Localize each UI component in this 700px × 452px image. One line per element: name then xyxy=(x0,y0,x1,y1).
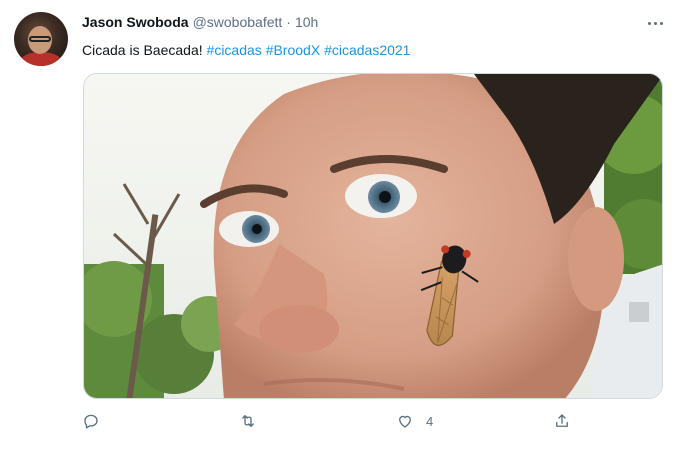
like-button[interactable]: 4 xyxy=(396,412,433,430)
photo-illustration xyxy=(84,74,662,398)
tweet-actions: 4 xyxy=(82,412,582,436)
heart-icon xyxy=(399,415,411,428)
tweet: Jason Swoboda @swobobafett · 10h Cicada … xyxy=(0,0,700,452)
tweet-photo[interactable] xyxy=(83,73,663,399)
reply-icon xyxy=(84,414,98,429)
like-count: 4 xyxy=(426,413,434,429)
tweet-time[interactable]: 10h xyxy=(295,14,318,30)
avatar[interactable] xyxy=(14,12,68,66)
more-horizontal-icon xyxy=(659,21,663,25)
hashtag-link[interactable]: #cicadas xyxy=(207,42,262,58)
avatar-shirt xyxy=(20,52,62,66)
tweet-text-plain: Cicada is Baecada! xyxy=(82,42,207,58)
retweet-icon xyxy=(242,415,254,427)
author-name[interactable]: Jason Swoboda xyxy=(82,14,189,30)
hashtag-link[interactable]: #BroodX xyxy=(266,42,320,58)
more-horizontal-icon xyxy=(647,21,651,25)
share-button[interactable] xyxy=(553,412,571,430)
tweet-header: Jason Swoboda @swobobafett · 10h xyxy=(82,14,318,30)
share-icon xyxy=(556,414,568,427)
meta-separator: · xyxy=(286,14,291,30)
more-button[interactable] xyxy=(644,14,666,32)
avatar-glasses xyxy=(29,36,51,42)
retweet-button[interactable] xyxy=(239,412,257,430)
hashtag-link[interactable]: #cicadas2021 xyxy=(324,42,410,58)
reply-button[interactable] xyxy=(82,412,100,430)
author-handle[interactable]: @swobobafett xyxy=(193,14,283,30)
tweet-text: Cicada is Baecada! #cicadas #BroodX #cic… xyxy=(82,42,410,58)
more-horizontal-icon xyxy=(653,21,657,25)
